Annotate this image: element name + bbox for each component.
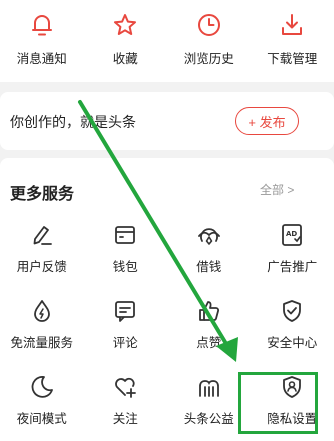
privacy-settings-button[interactable]: 隐私设置 <box>251 374 334 427</box>
downloads-button[interactable]: 下载管理 <box>251 12 334 67</box>
privacy-shield-icon <box>283 376 302 398</box>
history-button[interactable]: 浏览历史 <box>167 12 251 67</box>
wallet-label: 钱包 <box>112 260 138 274</box>
notifications-label: 消息通知 <box>16 52 67 66</box>
downloads-label: 下载管理 <box>267 52 318 66</box>
loan-icon <box>197 228 220 245</box>
loan-button[interactable]: 借钱 <box>167 222 251 275</box>
likes-button[interactable]: 点赞 <box>167 298 251 351</box>
bell-icon <box>31 15 52 36</box>
services-row: 免流量服务 评论 点赞 安全中心 <box>0 298 334 351</box>
wallet-button[interactable]: 钱包 <box>84 222 168 275</box>
likes-label: 点赞 <box>196 336 222 350</box>
comments-label: 评论 <box>112 336 138 350</box>
charity-hand-icon <box>198 380 219 397</box>
feedback-button[interactable]: 用户反馈 <box>0 222 84 275</box>
create-slogan: 你创作的，就是头条 <box>10 114 136 130</box>
charity-label: 头条公益 <box>183 412 234 426</box>
svg-text:AD: AD <box>286 230 297 238</box>
loan-label: 借钱 <box>196 260 222 274</box>
night-mode-button[interactable]: 夜间模式 <box>0 374 84 427</box>
drop-icon <box>33 300 50 322</box>
following-label: 关注 <box>112 412 138 426</box>
following-button[interactable]: 关注 <box>84 374 168 427</box>
ad-icon: AD <box>282 224 303 246</box>
history-label: 浏览历史 <box>183 52 234 66</box>
services-card: 更多服务 全部 > 用户反馈 钱包 借钱 AD 广告推广 免流量服务 评论 点赞… <box>0 158 334 441</box>
download-icon <box>282 14 303 35</box>
night-mode-label: 夜间模式 <box>16 412 67 426</box>
security-center-label: 安全中心 <box>267 336 318 350</box>
quick-access-row: 消息通知 收藏 浏览历史 下载管理 <box>0 12 334 67</box>
shield-check-icon <box>283 300 302 322</box>
services-row: 用户反馈 钱包 借钱 AD 广告推广 <box>0 222 334 275</box>
charity-button[interactable]: 头条公益 <box>167 374 251 427</box>
ads-label: 广告推广 <box>267 260 318 274</box>
star-icon <box>114 14 137 35</box>
services-title: 更多服务 <box>10 186 75 203</box>
publish-button[interactable]: + 发布 <box>235 107 299 135</box>
thumb-up-icon <box>198 301 219 321</box>
comments-button[interactable]: 评论 <box>84 298 168 351</box>
favorites-label: 收藏 <box>112 52 138 66</box>
feedback-label: 用户反馈 <box>16 260 67 274</box>
wallet-icon <box>115 226 136 244</box>
services-row: 夜间模式 关注 头条公益 隐私设置 <box>0 374 334 427</box>
create-card: 你创作的，就是头条 + 发布 <box>0 92 334 150</box>
free-data-button[interactable]: 免流量服务 <box>0 298 84 351</box>
see-all-link[interactable]: 全部 > <box>260 181 294 198</box>
security-center-button[interactable]: 安全中心 <box>251 298 334 351</box>
privacy-settings-label: 隐私设置 <box>267 412 318 426</box>
comment-icon <box>115 301 136 322</box>
favorites-button[interactable]: 收藏 <box>84 12 168 67</box>
feedback-pen-icon <box>33 226 52 245</box>
free-data-label: 免流量服务 <box>10 336 73 350</box>
ads-button[interactable]: AD 广告推广 <box>251 222 334 275</box>
notifications-button[interactable]: 消息通知 <box>0 12 84 67</box>
moon-icon <box>31 376 53 398</box>
quick-access-card: 消息通知 收藏 浏览历史 下载管理 <box>0 0 334 82</box>
heart-plus-icon <box>115 377 137 398</box>
clock-icon <box>197 14 220 36</box>
